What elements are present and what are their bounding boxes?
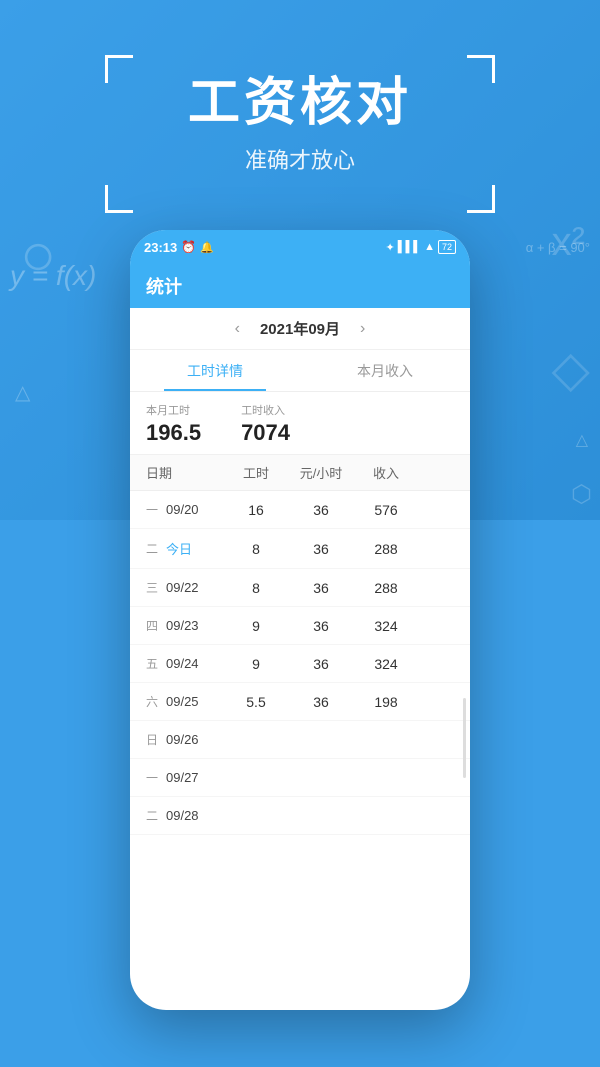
signal-icon: ▌▌▌ <box>398 241 421 253</box>
cell-rate: 36 <box>286 694 356 710</box>
cell-date: 二 09/28 <box>146 807 226 824</box>
cell-income: 288 <box>356 580 416 596</box>
wifi-icon: ▲ <box>424 241 435 253</box>
hours-label: 本月工时 <box>146 402 201 418</box>
summary-row: 本月工时 196.5 工时收入 7074 <box>130 392 470 455</box>
tab-hours-detail[interactable]: 工时详情 <box>130 350 300 391</box>
table-header-row: 日期 工时 元/小时 收入 <box>130 455 470 491</box>
income-value: 7074 <box>241 420 290 446</box>
table-row: 二 今日 8 36 288 <box>130 529 470 569</box>
date-value: 今日 <box>166 539 192 558</box>
day-label: 日 <box>146 731 162 748</box>
table-row: 二 09/28 <box>130 797 470 835</box>
subtitle: 准确才放心 <box>0 143 600 175</box>
header-date: 日期 <box>146 463 226 482</box>
cell-hours: 9 <box>226 618 286 634</box>
cell-hours: 8 <box>226 580 286 596</box>
table-body: 一 09/20 16 36 576 二 今日 8 36 288 三 09/22 … <box>130 491 470 835</box>
title-area: 工资核对 准确才放心 <box>0 60 600 175</box>
main-title: 工资核对 <box>0 60 600 135</box>
table-row: 五 09/24 9 36 324 <box>130 645 470 683</box>
status-time: 23:13 ⏰ 🔔 <box>144 240 214 255</box>
hours-table: 日期 工时 元/小时 收入 一 09/20 16 36 576 二 今日 8 3… <box>130 455 470 835</box>
cell-income: 324 <box>356 618 416 634</box>
table-row: 四 09/23 9 36 324 <box>130 607 470 645</box>
table-row: 六 09/25 5.5 36 198 <box>130 683 470 721</box>
bracket-bottom-left <box>105 185 133 213</box>
status-icons: ✦ ▌▌▌ ▲ 72 <box>385 240 456 254</box>
cell-date: 四 09/23 <box>146 617 226 634</box>
table-row: 一 09/20 16 36 576 <box>130 491 470 529</box>
header-hours: 工时 <box>226 463 286 482</box>
day-label: 二 <box>146 807 162 824</box>
cell-hours: 9 <box>226 656 286 672</box>
hours-value: 196.5 <box>146 420 201 446</box>
day-label: 五 <box>146 655 162 672</box>
cell-date: 一 09/20 <box>146 501 226 518</box>
cell-rate: 36 <box>286 580 356 596</box>
month-navigation[interactable]: ‹ 2021年09月 › <box>130 308 470 350</box>
bracket-bottom-right <box>467 185 495 213</box>
cell-rate: 36 <box>286 656 356 672</box>
cell-income: 288 <box>356 541 416 557</box>
header-income: 收入 <box>356 463 416 482</box>
next-month-button[interactable]: › <box>360 320 365 338</box>
cell-rate: 36 <box>286 618 356 634</box>
cell-income: 198 <box>356 694 416 710</box>
date-value: 09/27 <box>166 770 199 785</box>
table-row: 一 09/27 <box>130 759 470 797</box>
status-bar: 23:13 ⏰ 🔔 ✦ ▌▌▌ ▲ 72 <box>130 230 470 264</box>
cell-income: 324 <box>356 656 416 672</box>
date-value: 09/20 <box>166 502 199 517</box>
tab-monthly-income[interactable]: 本月收入 <box>300 350 470 391</box>
cell-date: 六 09/25 <box>146 693 226 710</box>
date-value: 09/23 <box>166 618 199 633</box>
cell-date: 五 09/24 <box>146 655 226 672</box>
header-rate: 元/小时 <box>286 463 356 482</box>
table-row: 三 09/22 8 36 288 <box>130 569 470 607</box>
day-label: 一 <box>146 501 162 518</box>
cell-date: 二 今日 <box>146 539 226 558</box>
day-label: 六 <box>146 693 162 710</box>
cell-hours: 8 <box>226 541 286 557</box>
cell-rate: 36 <box>286 541 356 557</box>
summary-hours: 本月工时 196.5 <box>146 402 201 446</box>
day-label: 二 <box>146 540 162 557</box>
income-label: 工时收入 <box>241 402 290 418</box>
current-month: 2021年09月 <box>260 318 340 339</box>
table-row: 日 09/26 <box>130 721 470 759</box>
battery-icon: 72 <box>438 240 456 254</box>
cell-date: 三 09/22 <box>146 579 226 596</box>
cell-hours: 16 <box>226 502 286 518</box>
phone-mockup: 23:13 ⏰ 🔔 ✦ ▌▌▌ ▲ 72 统计 ‹ 2021年09月 › 工时详… <box>130 230 470 1010</box>
prev-month-button[interactable]: ‹ <box>235 320 240 338</box>
cell-hours: 5.5 <box>226 694 286 710</box>
phone-screen: 23:13 ⏰ 🔔 ✦ ▌▌▌ ▲ 72 统计 ‹ 2021年09月 › 工时详… <box>130 230 470 1010</box>
scroll-indicator <box>463 698 466 778</box>
date-value: 09/25 <box>166 694 199 709</box>
bluetooth-icon: ✦ <box>385 241 394 254</box>
cell-date: 一 09/27 <box>146 769 226 786</box>
app-header: 统计 <box>130 264 470 308</box>
day-label: 三 <box>146 579 162 596</box>
day-label: 四 <box>146 617 162 634</box>
app-title: 统计 <box>146 273 182 299</box>
summary-income: 工时收入 7074 <box>241 402 290 446</box>
cell-income: 576 <box>356 502 416 518</box>
date-value: 09/24 <box>166 656 199 671</box>
tab-bar: 工时详情 本月收入 <box>130 350 470 392</box>
day-label: 一 <box>146 769 162 786</box>
clock-icon: 🔔 <box>200 241 214 254</box>
alarm-icon: ⏰ <box>181 240 196 254</box>
cell-rate: 36 <box>286 502 356 518</box>
date-value: 09/28 <box>166 808 199 823</box>
date-value: 09/26 <box>166 732 199 747</box>
cell-date: 日 09/26 <box>146 731 226 748</box>
date-value: 09/22 <box>166 580 199 595</box>
